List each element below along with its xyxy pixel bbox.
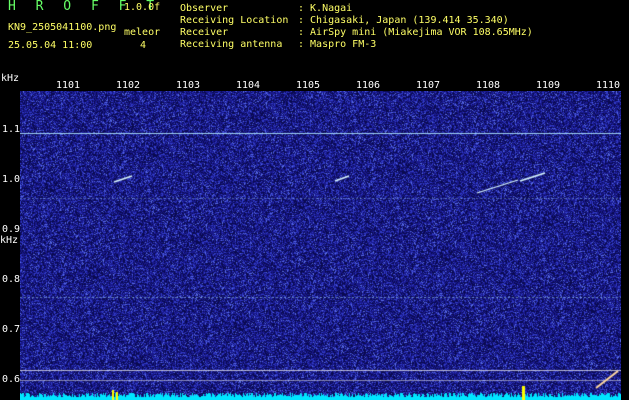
y-tick-label: 1.1	[2, 124, 21, 135]
info-value: : AirSpy mini (Miakejima VOR 108.65MHz)	[298, 27, 533, 38]
y-tick-label: 0.8	[2, 274, 21, 285]
datetime-label: 25.05.04 11:00	[8, 40, 93, 51]
x-tick-label: 1105	[296, 80, 321, 91]
algorithm-label: meleor	[124, 27, 161, 38]
y-tick-label: 0.9	[2, 224, 21, 235]
info-row-observer: Observer : K.Nagai	[180, 3, 352, 15]
info-row-antenna: Receiving antenna : Maspro FM-3	[180, 39, 376, 51]
x-tick-label: 1107	[416, 80, 441, 91]
x-tick-label: 1103	[176, 80, 201, 91]
info-label: Receiving Location	[180, 15, 289, 26]
x-tick-label: 1101	[56, 80, 81, 91]
info-row-receiver: Receiver : AirSpy mini (Miakejima VOR 108…	[180, 27, 533, 39]
x-tick-label: 1110	[596, 80, 621, 91]
y-tick-label: 0.6	[2, 374, 21, 385]
info-value: : K.Nagai	[298, 3, 353, 14]
x-tick-label: 1102	[116, 80, 141, 91]
x-tick-label: 1108	[476, 80, 501, 91]
spectrogram-canvas	[20, 91, 621, 400]
x-tick-label: 1104	[236, 80, 261, 91]
meteor-count: 4	[140, 40, 147, 51]
x-tick-label: 1109	[536, 80, 561, 91]
info-label: Receiver	[180, 27, 229, 38]
y-tick-label: 1.0	[2, 174, 21, 185]
info-value: : Chigasaki, Japan (139.414 35.340)	[298, 15, 509, 26]
info-label: Receiving antenna	[180, 39, 283, 50]
x-unit-label: kHz	[1, 73, 20, 84]
filename-label: KN9_2505041100.png	[8, 22, 117, 33]
info-label: Observer	[180, 3, 229, 14]
y-unit-label: kHz	[0, 235, 19, 246]
info-row-location: Receiving Location : Chigasaki, Japan (13…	[180, 15, 509, 27]
info-value: : Maspro FM-3	[298, 39, 377, 50]
y-tick-label: 0.7	[2, 324, 21, 335]
x-tick-label: 1106	[356, 80, 381, 91]
version-label: 1.0.0f	[124, 2, 161, 13]
